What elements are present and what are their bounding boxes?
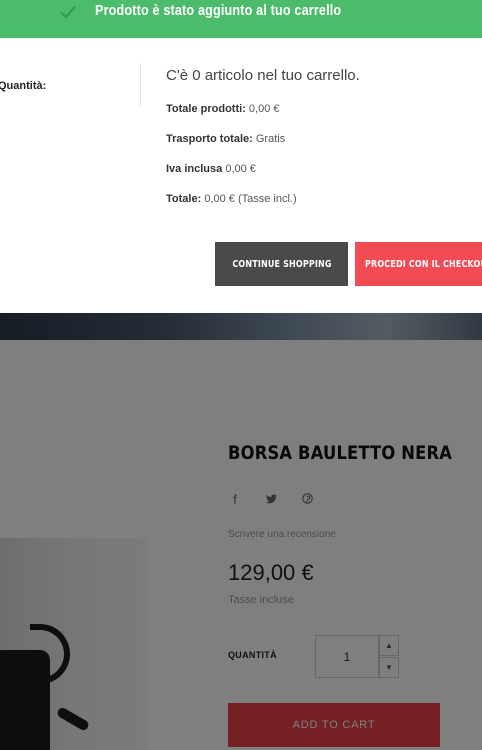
continue-shopping-label: CONTINUE SHOPPING xyxy=(231,258,332,270)
summary-total: Totale: 0,00 € (Tasse incl.) xyxy=(166,193,297,205)
modal-divider xyxy=(140,63,141,107)
summary-shipping-value: Gratis xyxy=(255,133,286,145)
summary-products-value: 0,00 € xyxy=(248,103,280,115)
social-share: f xyxy=(228,492,314,507)
cart-modal: Prodotto è stato aggiunto al tuo carrell… xyxy=(0,0,482,313)
chevron-up-icon: ▲ xyxy=(385,641,393,650)
product-title: BORSA BAULETTO NERA xyxy=(228,442,453,464)
summary-tax-label: Iva inclusa xyxy=(166,163,223,175)
tax-note: Tasse incluse xyxy=(228,594,295,606)
bag-strap-shape xyxy=(55,706,91,732)
chevron-down-icon: ▼ xyxy=(385,663,393,672)
product-price: 129,00 € xyxy=(228,560,314,585)
summary-tax: Iva inclusa 0,00 € xyxy=(166,163,256,175)
summary-tax-value: 0,00 € xyxy=(225,163,256,175)
continue-shopping-button[interactable]: CONTINUE SHOPPING xyxy=(215,242,348,286)
checkout-label: PROCEDI CON IL CHECKOUT xyxy=(365,258,482,270)
product-image[interactable] xyxy=(0,538,148,750)
quantity-decrease-button[interactable]: ▼ xyxy=(379,657,399,678)
modal-header: Prodotto è stato aggiunto al tuo carrell… xyxy=(0,0,482,38)
check-icon xyxy=(60,5,76,19)
add-to-cart-button[interactable]: ADD TO CART xyxy=(228,703,440,747)
write-review-link[interactable]: Scrivere una recensione xyxy=(228,529,336,540)
quantity-caption: Quantità: xyxy=(0,80,47,92)
twitter-icon[interactable] xyxy=(264,492,278,507)
facebook-icon[interactable]: f xyxy=(228,492,242,507)
summary-products-label: Totale prodotti: xyxy=(166,103,246,115)
summary-total-label: Totale: xyxy=(166,193,202,205)
summary-products: Totale prodotti: 0,00 € xyxy=(166,103,280,115)
quantity-label: QUANTITÀ xyxy=(228,650,277,660)
bag-body-shape xyxy=(0,650,50,750)
quantity-input[interactable]: 1 xyxy=(315,635,379,678)
summary-shipping-label: Trasporto totale: xyxy=(166,133,253,145)
quantity-increase-button[interactable]: ▲ xyxy=(379,635,399,656)
pinterest-icon[interactable] xyxy=(300,492,314,507)
summary-shipping: Trasporto totale: Gratis xyxy=(166,133,285,145)
summary-total-value: 0,00 € (Tasse incl.) xyxy=(204,193,297,205)
modal-title: Prodotto è stato aggiunto al tuo carrell… xyxy=(95,2,342,19)
checkout-button[interactable]: PROCEDI CON IL CHECKOUT xyxy=(355,242,482,286)
cart-count-text: C'è 0 articolo nel tuo carrello. xyxy=(166,67,360,84)
